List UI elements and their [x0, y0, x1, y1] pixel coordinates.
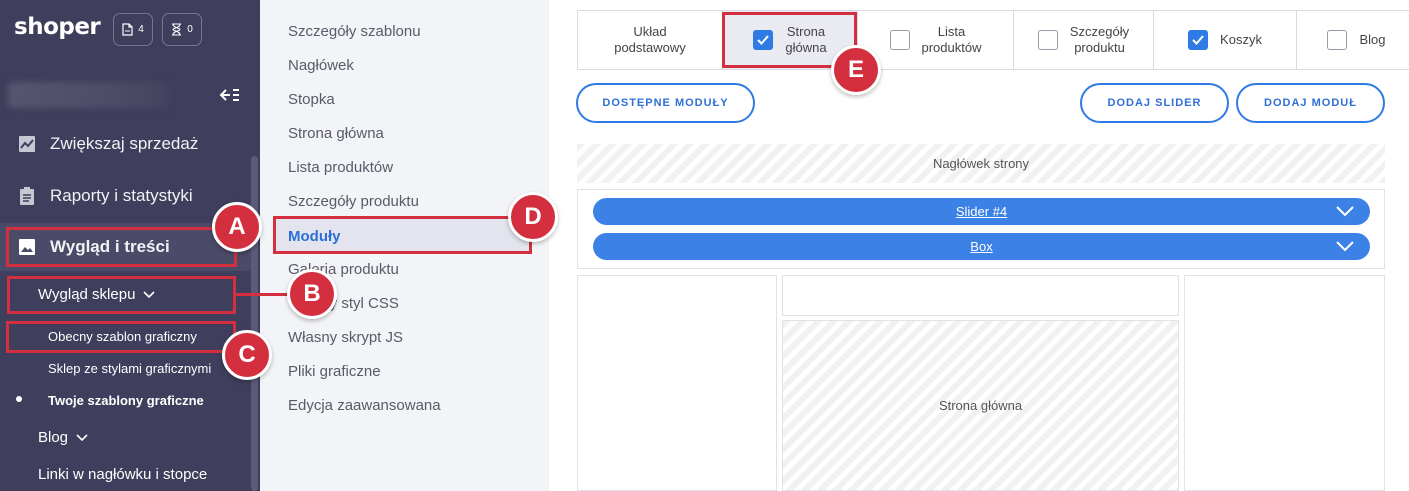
sidebar-item-label: Zwiększaj sprzedaż [50, 134, 199, 153]
documents-count: 4 [138, 24, 144, 35]
sidebar-item-sales[interactable]: Zwiększaj sprzedaż [0, 120, 252, 168]
sidebar-sub-label: Blog [38, 429, 69, 446]
homepage-content-zone[interactable]: Strona główna [782, 320, 1179, 491]
menu-item-template-details[interactable]: Szczegóły szablonu [288, 23, 421, 40]
sidebar-sub-styled-store[interactable]: Sklep ze stylami graficznymi [48, 361, 211, 376]
chevron-down-icon [76, 433, 88, 441]
blog-checkbox[interactable] [1327, 30, 1348, 50]
sidebar-sub-your-templates[interactable]: Twoje szablony graficzne [48, 393, 204, 408]
collapse-sidebar-icon[interactable] [218, 86, 240, 104]
tab-label: Blog [1359, 31, 1386, 47]
documents-badge[interactable]: 4 [113, 13, 153, 46]
box-module-pill[interactable]: Box [593, 233, 1370, 260]
annotation-badge-e: E [831, 45, 881, 95]
menu-item-footer[interactable]: Stopka [288, 91, 335, 108]
chevron-down-icon[interactable] [1336, 206, 1354, 217]
tasks-badge[interactable]: 0 [162, 13, 202, 46]
annotation-badge-b: B [287, 269, 337, 319]
highlight-d [273, 216, 532, 254]
menu-item-header[interactable]: Nagłówek [288, 57, 354, 74]
pill-label: Box [970, 239, 993, 254]
menu-item-image-files[interactable]: Pliki graficzne [288, 363, 381, 380]
tab-product-list[interactable]: Lista produktów [858, 11, 1014, 69]
menu-item-product-details[interactable]: Szczegóły produktu [288, 193, 419, 210]
tab-label-line1: Szczegóły [1069, 23, 1130, 39]
page-header-zone[interactable]: Nagłówek strony [577, 144, 1385, 183]
clipboard-icon [20, 187, 34, 205]
tasks-count: 0 [187, 24, 193, 35]
check-icon [1192, 35, 1204, 45]
cart-checkbox[interactable] [1188, 30, 1209, 50]
highlight-c [6, 321, 236, 353]
slider-module-pill[interactable]: Slider #4 [593, 198, 1370, 225]
tab-cart[interactable]: Koszyk [1154, 11, 1297, 69]
modules-editor: Układ podstawowy Strona główna Lista pro… [549, 0, 1409, 491]
annotation-badge-a: A [212, 202, 262, 252]
pill-label: Slider #4 [955, 204, 1008, 219]
chevron-down-icon[interactable] [1336, 241, 1354, 252]
sidebar-item-label: Raporty i statystyki [50, 186, 193, 205]
hourglass-icon [172, 23, 182, 36]
slider-zone: Slider #4 Box [577, 189, 1385, 269]
tab-label-line1: Układ [633, 23, 667, 39]
highlight-b [7, 276, 236, 314]
tab-blog[interactable]: Blog [1297, 11, 1409, 69]
layout-tabs: Układ podstawowy Strona główna Lista pro… [577, 10, 1409, 70]
menu-item-product-list[interactable]: Lista produktów [288, 159, 393, 176]
left-column-zone[interactable] [577, 275, 777, 491]
menu-item-homepage[interactable]: Strona główna [288, 125, 384, 142]
tab-label-line1: Lista [937, 23, 966, 39]
tab-label: Szczegóły produktu [1070, 24, 1129, 57]
highlight-a [6, 227, 237, 267]
tab-label: Lista produktów [922, 24, 982, 57]
tab-label: Koszyk [1220, 31, 1262, 47]
annotation-badge-d: D [508, 192, 558, 242]
available-modules-button[interactable]: DOSTĘPNE MODUŁY [576, 83, 755, 123]
tab-label-line2: produktów [921, 40, 982, 55]
right-column-zone[interactable] [1184, 275, 1385, 491]
annotation-badge-c: C [222, 330, 272, 380]
menu-item-custom-js[interactable]: Własny skrypt JS [288, 329, 403, 346]
product-details-checkbox[interactable] [1037, 30, 1058, 50]
document-icon [122, 23, 133, 36]
center-top-zone[interactable] [782, 275, 1179, 316]
add-module-button[interactable]: DODAJ MODUŁ [1236, 83, 1385, 123]
active-dot [16, 396, 22, 402]
product-list-checkbox[interactable] [889, 30, 910, 50]
add-slider-button[interactable]: DODAJ SLIDER [1080, 83, 1229, 123]
tab-product-details[interactable]: Szczegóły produktu [1014, 11, 1154, 69]
sidebar-sub-links[interactable]: Linki w nagłówku i stopce [38, 466, 207, 483]
store-name-blurred [8, 82, 168, 108]
sidebar-sub-blog[interactable]: Blog [38, 429, 88, 446]
tab-label: Układ podstawowy [614, 24, 686, 57]
tab-basic-layout[interactable]: Układ podstawowy [578, 11, 723, 69]
tab-label-line2: podstawowy [614, 40, 686, 55]
sidebar-item-reports[interactable]: Raporty i statystyki [0, 172, 252, 220]
shoper-logo[interactable]: shoper [14, 14, 101, 40]
menu-item-advanced-edit[interactable]: Edycja zaawansowana [288, 397, 441, 414]
chart-icon [19, 136, 35, 152]
tab-label-line2: produktu [1074, 40, 1125, 55]
